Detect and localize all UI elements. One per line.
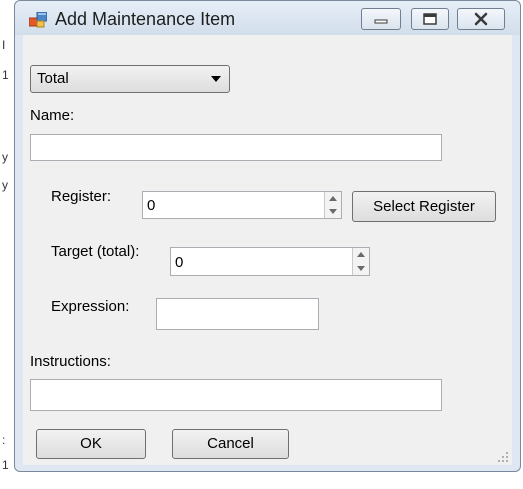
select-register-button[interactable]: Select Register [352,191,496,222]
background-glyph: y [2,178,8,192]
maximize-button[interactable] [411,8,449,30]
expression-label: Expression: [51,298,130,315]
spin-down-icon[interactable] [353,262,369,276]
instructions-label: Instructions: [30,353,111,370]
target-value: 0 [175,254,184,271]
target-label: Target (total): [51,243,140,260]
target-spin-buttons[interactable] [352,248,369,275]
spin-up-icon[interactable] [353,248,369,262]
register-label: Register: [51,188,112,205]
close-button[interactable] [457,8,505,30]
minimize-button[interactable] [361,8,401,30]
register-value: 0 [147,197,156,214]
name-label: Name: [30,107,75,124]
type-dropdown[interactable]: Total [30,65,230,93]
background-glyph: : [2,433,6,447]
expression-input[interactable] [156,298,319,330]
background-glyph: y [2,150,8,164]
resize-grip-icon[interactable] [497,451,509,465]
dialog-window: Add Maintenance Item Total Name: Registe… [14,0,521,472]
background-app-strip: I 1 y y : 1 [0,0,14,489]
title-bar[interactable]: Add Maintenance Item [15,1,520,35]
spin-up-icon[interactable] [325,192,341,205]
cancel-button[interactable]: Cancel [172,429,289,459]
register-stepper[interactable]: 0 [142,191,342,219]
instructions-input[interactable] [30,379,442,411]
background-glyph: 1 [2,68,9,82]
spin-down-icon[interactable] [325,205,341,218]
window-title: Add Maintenance Item [55,9,236,29]
chevron-down-icon [209,66,223,101]
type-dropdown-value: Total [37,70,69,87]
background-glyph: I [2,38,6,52]
background-glyph: 1 [2,458,9,472]
name-input[interactable] [30,134,442,161]
app-window-icon [28,11,48,28]
target-stepper[interactable]: 0 [170,247,370,276]
ok-button[interactable]: OK [36,429,146,459]
register-spin-buttons[interactable] [324,192,341,218]
dialog-client-area: Total Name: Register: 0 Select Register … [23,35,512,465]
